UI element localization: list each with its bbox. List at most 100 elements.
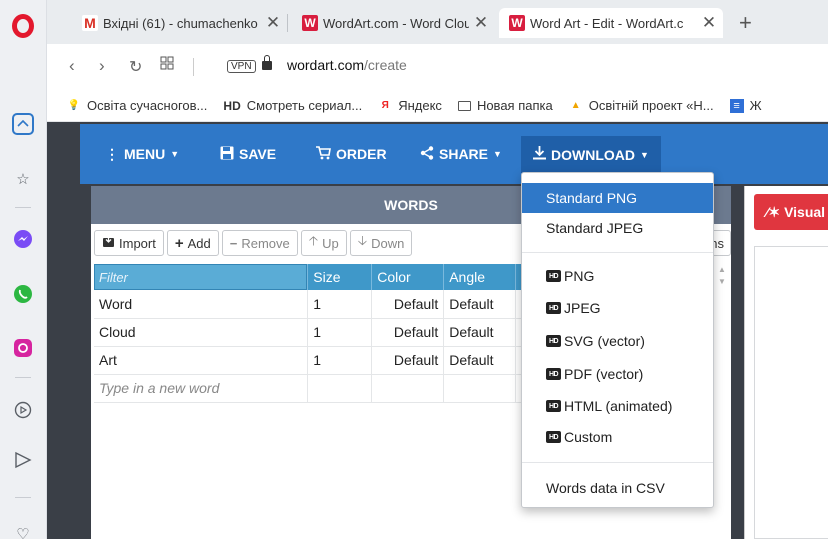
menu-item-hd-html[interactable]: HD HTML (animated) bbox=[522, 391, 713, 421]
bulb-icon: 💡 bbox=[67, 100, 81, 111]
url-field[interactable]: wordart.com/create bbox=[287, 57, 407, 73]
word-cell[interactable]: Word bbox=[94, 290, 309, 319]
menu-item-standard-jpeg[interactable]: Standard JPEG bbox=[522, 213, 713, 243]
size-cell[interactable]: 1 bbox=[307, 346, 373, 375]
menu-item-hd-svg[interactable]: HD SVG (vector) bbox=[522, 326, 713, 356]
close-icon[interactable]: ✕ bbox=[701, 13, 717, 33]
send-icon[interactable] bbox=[11, 448, 35, 472]
color-cell[interactable]: Default bbox=[371, 290, 445, 319]
visualize-button[interactable]: ⁄✶ Visual bbox=[754, 194, 828, 230]
import-icon bbox=[102, 235, 115, 251]
hd-icon: HD bbox=[546, 400, 561, 412]
hd-icon: HD bbox=[223, 98, 241, 113]
scroll-down-icon[interactable]: ▼ bbox=[713, 276, 731, 288]
bookmark-item[interactable]: HD Смотреть сериал... bbox=[223, 98, 362, 113]
empty-cell bbox=[307, 374, 373, 403]
save-button[interactable]: SAVE bbox=[220, 142, 276, 166]
instagram-icon[interactable] bbox=[11, 336, 35, 360]
menu-item-standard-png[interactable]: Standard PNG bbox=[522, 183, 713, 213]
new-word-input[interactable]: Type in a new word bbox=[94, 374, 309, 403]
tab-wordart-cloud[interactable]: W WordArt.com - Word Cloud ✕ bbox=[292, 8, 495, 38]
angle-column-header[interactable]: Angle bbox=[443, 264, 517, 290]
minus-icon: − bbox=[229, 235, 238, 251]
caret-down-icon: ▼ bbox=[640, 149, 649, 160]
tab-strip: M Вхідні (61) - chumachenko ✕ W WordArt.… bbox=[47, 0, 828, 44]
color-cell[interactable]: Default bbox=[371, 346, 445, 375]
menu-item-hd-pdf[interactable]: HD PDF (vector) bbox=[522, 359, 713, 389]
filter-input[interactable] bbox=[94, 264, 308, 290]
forward-icon[interactable]: › bbox=[99, 56, 105, 76]
word-cell[interactable]: Art bbox=[94, 346, 309, 375]
bookmark-label: Яндекс bbox=[398, 98, 442, 113]
sidebar-divider bbox=[15, 497, 31, 498]
home-icon[interactable] bbox=[11, 112, 35, 136]
tab-wordart-edit[interactable]: W Word Art - Edit - WordArt.c ✕ bbox=[499, 8, 723, 38]
preview-canvas bbox=[754, 246, 828, 539]
download-button[interactable]: DOWNLOAD ▼ bbox=[521, 136, 661, 173]
move-up-button[interactable]: 🡡 Up bbox=[300, 230, 347, 256]
vpn-badge[interactable]: VPN bbox=[227, 60, 256, 73]
filter-header bbox=[94, 264, 309, 290]
tab-gmail[interactable]: M Вхідні (61) - chumachenko ✕ bbox=[72, 8, 287, 38]
arrow-up-icon: 🡡 bbox=[308, 233, 319, 248]
bookmark-item[interactable]: ≡ Ж bbox=[729, 98, 762, 113]
order-button[interactable]: ORDER bbox=[316, 142, 387, 166]
menu-dots-icon: ⋮ bbox=[105, 145, 119, 162]
back-icon[interactable]: ‹ bbox=[69, 56, 75, 76]
bookmark-item[interactable]: 💡 Освіта сучасногов... bbox=[67, 98, 208, 113]
remove-word-button[interactable]: − Remove bbox=[221, 230, 298, 256]
close-icon[interactable]: ✕ bbox=[473, 13, 489, 33]
messenger-icon[interactable] bbox=[11, 227, 35, 251]
menu-item-hd-jpeg[interactable]: HD JPEG bbox=[522, 293, 713, 323]
doc-icon: ≡ bbox=[729, 98, 744, 113]
close-icon[interactable]: ✕ bbox=[265, 13, 281, 33]
wordart-icon: W bbox=[302, 15, 318, 31]
url-path: /create bbox=[364, 57, 407, 73]
bookmark-item[interactable]: ▲ Освітній проект «Н... bbox=[569, 98, 714, 113]
tab-title: WordArt.com - Word Cloud bbox=[323, 15, 469, 31]
menu-divider bbox=[522, 252, 713, 253]
size-cell[interactable]: 1 bbox=[307, 318, 373, 347]
move-down-button[interactable]: 🡣 Down bbox=[349, 230, 413, 256]
heart-icon[interactable]: ♡ bbox=[11, 522, 35, 539]
table-scrollbar[interactable]: ▲ ▼ bbox=[713, 264, 731, 294]
share-button[interactable]: SHARE ▼ bbox=[420, 142, 502, 166]
bookmark-item[interactable]: Я Яндекс bbox=[378, 98, 442, 113]
opera-logo-icon[interactable] bbox=[12, 14, 34, 38]
angle-cell[interactable]: Default bbox=[443, 318, 517, 347]
add-word-button[interactable]: + Add bbox=[166, 230, 219, 256]
color-column-header[interactable]: Color bbox=[371, 264, 445, 290]
star-icon[interactable]: ☆ bbox=[11, 167, 35, 191]
sidebar-divider bbox=[15, 207, 31, 208]
menu-item-hd-png[interactable]: HD PNG bbox=[522, 261, 713, 291]
bookmarks-bar: 💡 Освіта сучасногов... HD Смотреть сериа… bbox=[47, 90, 828, 122]
menu-item-hd-custom[interactable]: HD Custom bbox=[522, 422, 713, 452]
wordart-icon: W bbox=[509, 15, 525, 31]
menu-button[interactable]: ⋮ MENU ▼ bbox=[105, 142, 179, 166]
player-icon[interactable] bbox=[11, 398, 35, 422]
speed-dial-icon[interactable] bbox=[160, 55, 174, 75]
hd-icon: HD bbox=[546, 302, 561, 314]
menu-item-csv[interactable]: Words data in CSV bbox=[522, 473, 713, 503]
bookmark-item[interactable]: Новая папка bbox=[457, 98, 553, 113]
tab-title: Word Art - Edit - WordArt.c bbox=[530, 15, 684, 31]
size-cell[interactable]: 1 bbox=[307, 290, 373, 319]
word-cell[interactable]: Cloud bbox=[94, 318, 309, 347]
caret-down-icon: ▼ bbox=[170, 149, 180, 159]
reload-icon[interactable]: ↻ bbox=[129, 57, 142, 77]
angle-cell[interactable]: Default bbox=[443, 346, 517, 375]
new-tab-button[interactable]: + bbox=[739, 10, 752, 36]
yandex-icon: Я bbox=[381, 100, 389, 111]
scroll-up-icon[interactable]: ▲ bbox=[713, 264, 731, 276]
gmail-icon: M bbox=[82, 15, 98, 31]
magic-wand-icon: ⁄✶ bbox=[766, 203, 781, 220]
arrow-down-icon: 🡣 bbox=[357, 233, 368, 248]
tab-title: Вхідні (61) - chumachenko bbox=[103, 15, 258, 31]
size-column-header[interactable]: Size bbox=[307, 264, 373, 290]
whatsapp-icon[interactable] bbox=[11, 282, 35, 306]
color-cell[interactable]: Default bbox=[371, 318, 445, 347]
lock-icon[interactable] bbox=[262, 55, 272, 70]
import-button[interactable]: Import bbox=[94, 230, 164, 256]
cone-icon: ▲ bbox=[570, 100, 581, 111]
angle-cell[interactable]: Default bbox=[443, 290, 517, 319]
